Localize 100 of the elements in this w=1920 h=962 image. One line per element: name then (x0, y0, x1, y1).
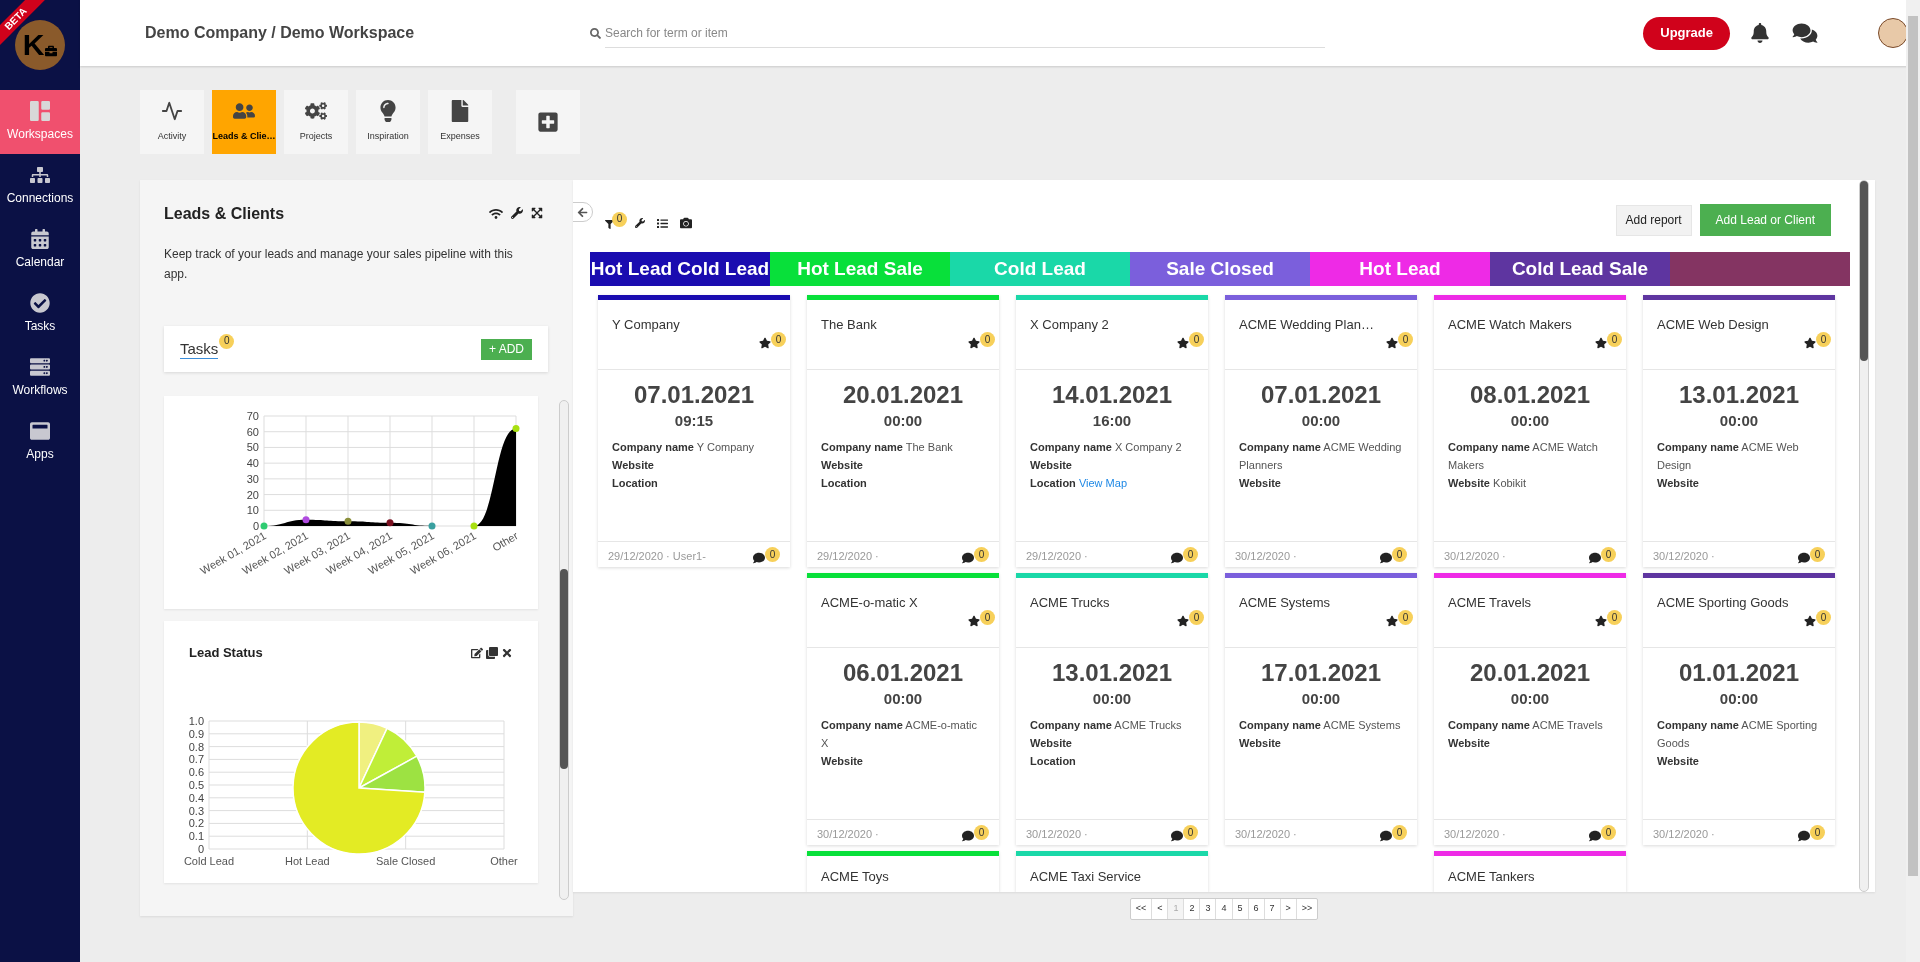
wrench-icon[interactable] (635, 218, 645, 228)
axis-tick-label: 0.9 (188, 727, 204, 740)
star-icon[interactable] (1595, 337, 1607, 349)
comment-icon[interactable] (1589, 830, 1601, 842)
app-tab[interactable]: Inspiration (356, 90, 420, 154)
camera-icon[interactable] (680, 217, 692, 229)
app-tab[interactable]: Activity (140, 90, 204, 154)
card-title: ACME Taxi Service (1030, 869, 1141, 884)
chat-icon[interactable] (1792, 22, 1818, 44)
comment-icon[interactable] (753, 552, 765, 564)
count-badge: 0 (219, 333, 235, 349)
app-tab[interactable]: Projects (284, 90, 348, 154)
lead-card[interactable]: ACME Travels 0 20.01.2021 00:00 Company name ACME Travels Website 30/12/2020 · 0 (1434, 573, 1626, 845)
axis-tick-label: 0.8 (188, 740, 204, 753)
comment-icon[interactable] (1171, 830, 1183, 842)
collapse-button[interactable] (573, 202, 593, 222)
page-button[interactable]: 4 (1216, 899, 1233, 919)
map-link[interactable]: View Map (1078, 477, 1127, 489)
card-field: Website (1239, 474, 1403, 492)
lead-card[interactable]: ACME Trucks 0 13.01.2021 00:00 Company name ACME Trucks Website Location 30/12/2020 · 0 (1016, 573, 1208, 845)
star-icon[interactable] (1595, 615, 1607, 627)
sidebar-item[interactable]: Apps (0, 410, 80, 474)
sidebar-item[interactable]: Connections (0, 154, 80, 218)
search-field[interactable]: Search for term or item (605, 18, 1325, 48)
lead-card[interactable]: ACME Taxi Service (1016, 851, 1208, 892)
comment-icon[interactable] (1380, 830, 1392, 842)
comment-icon[interactable] (962, 830, 974, 842)
lead-card[interactable]: ACME Sporting Goods 0 01.01.2021 00:00 Company name ACME Sporting Goods Website 30/12/2020 · 0 (1643, 573, 1835, 845)
page-button[interactable]: 5 (1232, 899, 1249, 919)
lead-card[interactable]: ACME Web Design 0 13.01.2021 00:00 Company name ACME Web Design Website 30/12/2020 · 0 (1643, 295, 1835, 567)
comment-icon[interactable] (1798, 830, 1810, 842)
page-button[interactable]: > (1280, 899, 1297, 919)
wrench-icon[interactable] (511, 207, 523, 219)
edit-icon[interactable] (471, 646, 483, 659)
list-icon[interactable] (657, 217, 668, 229)
card-field: Website (821, 752, 985, 770)
tasks-link[interactable]: Tasks (180, 339, 219, 359)
expand-icon[interactable] (531, 207, 543, 219)
page-button[interactable]: 7 (1264, 899, 1281, 919)
card-footer-text: 30/12/2020 · (1653, 548, 1715, 564)
lead-card[interactable]: The Bank 0 20.01.2021 00:00 Company name The Bank Website Location 29/12/2020 · 0 (807, 295, 999, 567)
bell-icon[interactable] (1750, 23, 1770, 43)
card-title: Lead Status (189, 644, 263, 662)
add-report-button[interactable]: Add report (1615, 204, 1692, 236)
page-button[interactable]: 2 (1184, 899, 1201, 919)
avatar[interactable] (1878, 18, 1908, 48)
card-title: The Bank (821, 317, 877, 332)
status-label: Cold Lead Sale (1511, 256, 1649, 281)
page-button[interactable]: >> (1296, 899, 1318, 919)
card-footer-text: 30/12/2020 · (1235, 548, 1297, 564)
comment-icon[interactable] (1798, 552, 1810, 564)
breadcrumb: Demo Company / Demo Workspace (145, 23, 416, 43)
page-button[interactable]: << (1130, 899, 1153, 919)
axis-tick-label: 0.3 (188, 804, 204, 817)
scrollbar-thumb[interactable] (560, 569, 568, 769)
star-icon[interactable] (1804, 337, 1816, 349)
close-icon[interactable] (501, 646, 513, 659)
axis-tick-label: 0.7 (188, 753, 204, 766)
comment-icon[interactable] (1380, 552, 1392, 564)
axis-tick-label: 0.2 (188, 817, 204, 830)
lead-card[interactable]: ACME Wedding Plan… 0 07.01.2021 00:00 Company name ACME Wedding Planners Website 30/12/2020 · 0 (1225, 295, 1417, 567)
axis-tick-label: 40 (246, 457, 259, 470)
add-app-button[interactable] (516, 90, 580, 154)
star-icon[interactable] (759, 337, 771, 349)
sidebar-item[interactable]: Tasks (0, 282, 80, 346)
star-icon[interactable] (1177, 337, 1189, 349)
star-icon[interactable] (1177, 615, 1189, 627)
comment-icon[interactable] (1589, 552, 1601, 564)
count-badge: 0 (1183, 825, 1198, 840)
page-button[interactable]: 3 (1200, 899, 1217, 919)
lead-card[interactable]: ACME Toys (807, 851, 999, 892)
lead-card[interactable]: Y Company 0 07.01.2021 09:15 Company name Y Company Website Location 29/12/2020 · User1- 0 (598, 295, 790, 567)
star-icon[interactable] (968, 615, 980, 627)
sidebar-item[interactable]: Workflows (0, 346, 80, 410)
lead-card[interactable]: ACME Systems 0 17.01.2021 00:00 Company name ACME Systems Website 30/12/2020 · 0 (1225, 573, 1417, 845)
app-tab[interactable]: Leads & Clie… (212, 90, 276, 154)
axis-tick-label: 0 (252, 520, 259, 532)
lead-card[interactable]: ACME Tankers (1434, 851, 1626, 892)
page-button[interactable]: 6 (1248, 899, 1265, 919)
scrollbar-thumb[interactable] (1860, 181, 1868, 361)
star-icon[interactable] (1386, 337, 1398, 349)
wifi-icon[interactable] (489, 207, 503, 221)
star-icon[interactable] (1804, 615, 1816, 627)
card-field: Company name ACME Wedding Planners (1239, 438, 1403, 474)
lead-card[interactable]: X Company 2 0 14.01.2021 16:00 Company name X Company 2 Website Location View Map 29/12/2020 · 0 (1016, 295, 1208, 567)
star-icon[interactable] (968, 337, 980, 349)
copy-icon[interactable] (486, 646, 498, 659)
scrollbar-thumb[interactable] (1908, 16, 1918, 876)
sidebar-item[interactable]: Calendar (0, 218, 80, 282)
filter-icon[interactable] (605, 219, 614, 229)
server-icon (30, 357, 50, 377)
comment-icon[interactable] (1171, 552, 1183, 564)
upgrade-button[interactable]: Upgrade (1643, 16, 1730, 50)
app-tab[interactable]: Expenses (428, 90, 492, 154)
comment-icon[interactable] (962, 552, 974, 564)
card-field: Website (1657, 474, 1821, 492)
lead-card[interactable]: ACME Watch Makers 0 08.01.2021 00:00 Company name ACME Watch Makers Website Kobikit 30/12/2020 · 0 (1434, 295, 1626, 567)
star-icon[interactable] (1386, 615, 1398, 627)
card-field: Company name ACME Sporting Goods (1657, 716, 1821, 752)
lead-card[interactable]: ACME-o-matic X 0 06.01.2021 00:00 Company name ACME-o-matic X Website 30/12/2020 · 0 (807, 573, 999, 845)
